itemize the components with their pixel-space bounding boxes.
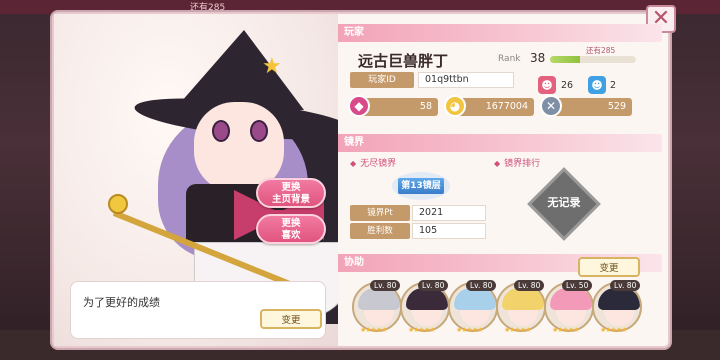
- character-level: Lv. 80: [418, 280, 449, 291]
- floor-badge: 第13镜层: [398, 178, 444, 194]
- comment-text: 为了更好的成绩: [83, 296, 160, 309]
- change-favorite-button[interactable]: 更换 喜欢: [256, 214, 326, 244]
- portrait-eye-right: [250, 120, 268, 142]
- character-level: Lv. 50: [562, 280, 593, 291]
- wins-label: 胜利数: [350, 223, 410, 239]
- rank-label: Rank: [498, 54, 521, 64]
- change-favorite-line1: 更换: [281, 218, 301, 229]
- rank-progress-fill: [550, 56, 581, 63]
- character-level: Lv. 80: [466, 280, 497, 291]
- character-hair: [598, 288, 640, 310]
- portrait-staff-orb: [108, 194, 128, 214]
- character-level: Lv. 80: [610, 280, 641, 291]
- character-stars: ★★★★★: [600, 326, 627, 334]
- mirror-ranking-label: 镜界排行: [504, 159, 541, 169]
- change-background-line2: 主页背景: [271, 194, 310, 205]
- coins-bar: 1677004: [456, 98, 534, 116]
- character-hair: [406, 288, 448, 310]
- mirror-pt-label: 镜界Pt: [350, 205, 410, 221]
- item-icon: ✕: [540, 95, 562, 117]
- mirror-ranking-tab[interactable]: ◆ 镜界排行: [494, 156, 540, 169]
- change-background-line1: 更换: [281, 182, 301, 193]
- endless-mirror-label: 无尽镜界: [360, 159, 397, 169]
- character-hair: [358, 288, 400, 310]
- stat-a-value: 26: [561, 80, 574, 91]
- character-stars: ★★★★★: [552, 326, 579, 334]
- character-hair: [454, 288, 496, 310]
- character-level: Lv. 80: [370, 280, 401, 291]
- skull-blue-icon: ☻: [588, 76, 606, 94]
- comment-change-button[interactable]: 变更: [260, 309, 322, 329]
- gems-bar: 58: [360, 98, 438, 116]
- items-bar: 529: [552, 98, 632, 116]
- change-background-button[interactable]: 更换 主页背景: [256, 178, 326, 208]
- diamond-bullet-icon: ◆: [494, 159, 501, 168]
- coins-value: 1677004: [485, 101, 528, 112]
- stat-b-value: 2: [610, 80, 617, 91]
- character-stars: ★★★★★: [504, 326, 531, 334]
- character-stars: ★★★★★: [360, 326, 387, 334]
- gem-icon: ◆: [348, 95, 370, 117]
- change-favorite-line2: 喜欢: [281, 230, 301, 241]
- items-value: 529: [607, 101, 626, 112]
- rank-value: 38: [530, 51, 546, 65]
- endless-mirror-tab[interactable]: ◆ 无尽镜界: [350, 156, 396, 169]
- character-stars: ★★★★★: [456, 326, 483, 334]
- gems-value: 58: [419, 101, 432, 112]
- coin-icon: ◕: [444, 95, 466, 117]
- rank-remaining: 还有285: [586, 46, 616, 55]
- mirror-pt-value: 2021: [412, 205, 486, 221]
- player-name: 远古巨兽胖丁: [358, 52, 449, 70]
- mirror-section-header: 镜界: [338, 134, 662, 152]
- support-change-button[interactable]: 变更: [578, 257, 640, 277]
- star-icon: ★: [262, 54, 282, 79]
- player-section-header: 玩家: [338, 24, 662, 42]
- player-id-label: 玩家ID: [350, 72, 414, 88]
- skull-pink-icon: ☻: [538, 76, 556, 94]
- wins-value: 105: [412, 223, 486, 239]
- no-record-text: 无记录: [547, 196, 581, 209]
- player-id-value: 01q9ttbn: [418, 72, 514, 88]
- portrait-eye-left: [212, 120, 230, 142]
- diamond-bullet-icon: ◆: [350, 159, 357, 168]
- character-hair: [550, 288, 592, 310]
- character-level: Lv. 80: [514, 280, 545, 291]
- character-stars: ★★★★★: [408, 326, 435, 334]
- character-hair: [502, 288, 544, 310]
- rank-progress-bar: [550, 56, 636, 63]
